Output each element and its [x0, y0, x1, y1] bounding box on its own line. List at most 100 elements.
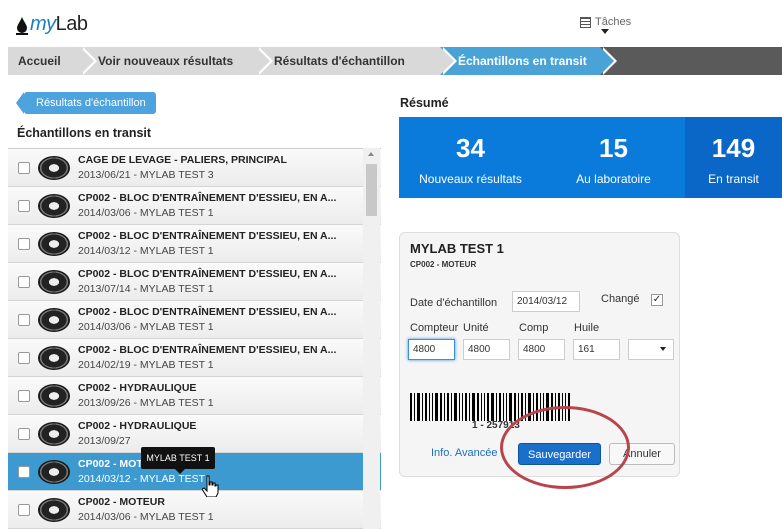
- row-checkbox[interactable]: [18, 504, 30, 516]
- compteur-input[interactable]: 4800: [408, 339, 455, 360]
- row-title: CP002 - MOT: [78, 458, 143, 470]
- stat-label: En transit: [708, 172, 759, 186]
- row-checkbox[interactable]: [18, 352, 30, 364]
- advanced-info-link[interactable]: Info. Avancée: [431, 447, 497, 459]
- oil-ring-icon: [38, 308, 70, 332]
- row-subtitle: 2014/03/06 - MYLAB TEST 1: [78, 321, 214, 333]
- comp-input[interactable]: 4800: [518, 339, 565, 360]
- sample-list: CAGE DE LEVAGE - PALIERS, PRINCIPAL 2013…: [8, 148, 381, 529]
- oil-ring-icon: [38, 194, 70, 218]
- top-bar: myLab Tâches: [0, 0, 782, 46]
- caret-down-icon: [660, 347, 666, 351]
- row-checkbox[interactable]: [18, 238, 30, 250]
- row-subtitle: 2013/06/21 - MYLAB TEST 3: [78, 169, 214, 181]
- changed-label: Changé: [601, 293, 640, 305]
- list-item[interactable]: CP002 - BLOC D'ENTRAÎNEMENT D'ESSIEU, EN…: [8, 339, 381, 377]
- row-subtitle: 2014/02/19 - MYLAB TEST 1: [78, 359, 214, 371]
- back-button[interactable]: Résultats d'échantillon: [16, 92, 156, 114]
- oil-ring-icon: [38, 156, 70, 180]
- tasks-menu[interactable]: Tâches: [580, 16, 632, 34]
- sample-edit-card: MYLAB TEST 1 CP002 - MOTEUR Date d'échan…: [399, 232, 680, 477]
- caret-down-icon: [601, 29, 609, 34]
- brand-name: myLab: [30, 13, 88, 36]
- col-huile-label: Huile: [574, 322, 600, 334]
- list-item[interactable]: CP002 - HYDRAULIQUE 2013/09/26 - MYLAB T…: [8, 377, 381, 415]
- stat-label: Nouveaux résultats: [419, 172, 522, 186]
- card-title: MYLAB TEST 1: [410, 241, 504, 256]
- huile-input[interactable]: 161: [573, 339, 620, 360]
- row-title: CAGE DE LEVAGE - PALIERS, PRINCIPAL: [78, 154, 287, 166]
- breadcrumb-echantillons-en-transit: Échantillons en transit: [440, 47, 617, 75]
- oil-ring-icon: [38, 460, 70, 484]
- stat-label: Au laboratoire: [576, 172, 651, 186]
- row-subtitle: 2014/03/06 - MYLAB TEST 1: [78, 511, 214, 523]
- tasks-label: Tâches: [595, 16, 632, 28]
- unit-select[interactable]: [628, 339, 674, 360]
- brand-em: my: [30, 13, 56, 35]
- col-comp-label: Comp: [519, 322, 549, 334]
- summary-title: Résumé: [400, 96, 449, 110]
- row-subtitle: 2013/07/14 - MYLAB TEST 1: [78, 283, 214, 295]
- row-subtitle: 2014/03/12 - MYLAB TEST 1: [78, 245, 214, 257]
- list-item[interactable]: CAGE DE LEVAGE - PALIERS, PRINCIPAL 2013…: [8, 149, 381, 187]
- row-title: CP002 - BLOC D'ENTRAÎNEMENT D'ESSIEU, EN…: [78, 230, 337, 242]
- stat-value: 149: [711, 133, 756, 163]
- row-checkbox[interactable]: [18, 314, 30, 326]
- hand-cursor-icon: [202, 475, 219, 497]
- save-button[interactable]: Sauvegarder: [518, 443, 601, 465]
- unite-input[interactable]: 4800: [463, 339, 510, 360]
- row-checkbox[interactable]: [18, 466, 30, 478]
- brand-suffix: Lab: [55, 13, 88, 35]
- row-checkbox[interactable]: [18, 162, 30, 174]
- list-item[interactable]: CP002 - MOTEUR 2014/03/06 - MYLAB TEST 1: [8, 491, 381, 529]
- row-title: CP002 - HYDRAULIQUE: [78, 420, 197, 432]
- stat-in-transit[interactable]: 149 En transit: [685, 117, 782, 198]
- row-checkbox[interactable]: [18, 200, 30, 212]
- breadcrumb: Accueil Voir nouveaux résultats Résultat…: [8, 47, 782, 75]
- row-tooltip: MYLAB TEST 1: [141, 447, 215, 474]
- mylab-logo[interactable]: myLab: [16, 13, 88, 36]
- oil-ring-icon: [38, 498, 70, 522]
- col-unite-label: Unité: [463, 322, 489, 334]
- breadcrumb-resultats-echantillon[interactable]: Résultats d'échantillon: [256, 47, 457, 75]
- scroll-up-arrow-icon[interactable]: [368, 152, 374, 156]
- tasks-icon: [580, 16, 591, 28]
- row-subtitle: 2014/03/12 - MYLAB TEST: [78, 473, 206, 485]
- row-title: CP002 - MOTEUR: [78, 496, 165, 508]
- row-subtitle: 2013/09/27: [78, 435, 131, 447]
- sample-date-label: Date d'échantillon: [410, 297, 498, 309]
- list-item[interactable]: CP002 - BLOC D'ENTRAÎNEMENT D'ESSIEU, EN…: [8, 187, 381, 225]
- list-item[interactable]: CP002 - BLOC D'ENTRAÎNEMENT D'ESSIEU, EN…: [8, 263, 381, 301]
- row-title: CP002 - BLOC D'ENTRAÎNEMENT D'ESSIEU, EN…: [78, 268, 337, 280]
- row-checkbox[interactable]: [18, 390, 30, 402]
- drop-logo-icon: [16, 17, 28, 35]
- left-panel-title: Échantillons en transit: [17, 126, 152, 140]
- row-checkbox[interactable]: [18, 428, 30, 440]
- row-subtitle: 2014/03/06 - MYLAB TEST 1: [78, 207, 214, 219]
- oil-ring-icon: [38, 232, 70, 256]
- changed-checkbox[interactable]: ✓: [651, 294, 663, 306]
- oil-ring-icon: [38, 346, 70, 370]
- row-title: CP002 - BLOC D'ENTRAÎNEMENT D'ESSIEU, EN…: [78, 192, 337, 204]
- stat-new-results[interactable]: 34 Nouveaux résultats: [399, 117, 542, 198]
- row-subtitle: 2013/09/26 - MYLAB TEST 1: [78, 397, 214, 409]
- col-compteur-label: Compteur: [410, 322, 459, 334]
- breadcrumb-voir-nouveaux-resultats[interactable]: Voir nouveaux résultats: [80, 47, 273, 75]
- row-title: CP002 - BLOC D'ENTRAÎNEMENT D'ESSIEU, EN…: [78, 306, 337, 318]
- stat-in-lab[interactable]: 15 Au laboratoire: [542, 117, 685, 198]
- barcode-image: [410, 393, 600, 421]
- oil-ring-icon: [38, 270, 70, 294]
- row-checkbox[interactable]: [18, 276, 30, 288]
- list-item[interactable]: CP002 - BLOC D'ENTRAÎNEMENT D'ESSIEU, EN…: [8, 225, 381, 263]
- stat-value: 34: [456, 133, 485, 163]
- breadcrumb-accueil[interactable]: Accueil: [8, 47, 97, 75]
- sample-date-field[interactable]: 2014/03/12: [512, 291, 580, 312]
- row-title: CP002 - HYDRAULIQUE: [78, 382, 197, 394]
- oil-ring-icon: [38, 422, 70, 446]
- scrollbar-thumb[interactable]: [366, 164, 377, 216]
- list-item[interactable]: CP002 - BLOC D'ENTRAÎNEMENT D'ESSIEU, EN…: [8, 301, 381, 339]
- cancel-button[interactable]: Annuler: [609, 443, 675, 465]
- barcode-number: 1 - 257913: [472, 420, 520, 431]
- stat-value: 15: [599, 133, 628, 163]
- card-subtitle: CP002 - MOTEUR: [410, 260, 477, 269]
